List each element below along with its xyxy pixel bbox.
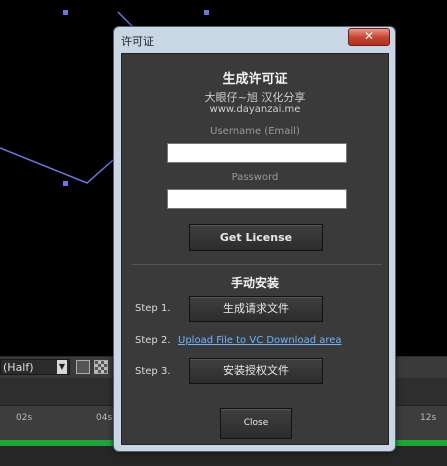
resolution-select-value: (Half) [3, 361, 34, 374]
mask-vertex [204, 10, 209, 15]
region-of-interest-icon[interactable] [76, 360, 90, 374]
license-heading: 生成许可证 [222, 72, 288, 87]
manual-install-heading: 手动安装 [230, 276, 279, 290]
license-dialog: 许可证 ✕ 生成许可证 大眼仔~旭 汉化分享 www.dayanzai.me U… [113, 26, 396, 452]
password-label: Password [231, 172, 279, 183]
dialog-title: 许可证 [121, 35, 154, 48]
username-field[interactable] [167, 143, 347, 163]
get-license-button[interactable]: Get License [189, 224, 323, 251]
close-button[interactable]: Close [220, 408, 292, 439]
mask-vertex [63, 10, 68, 15]
step-3-label: Step 3. [135, 366, 171, 377]
username-label: Username (Email) [210, 126, 300, 137]
step-1-label: Step 1. [135, 303, 171, 314]
section-divider [132, 264, 382, 265]
time-tick-label: 02s [16, 413, 33, 423]
time-tick-label: 12s [420, 413, 437, 423]
window-close-button[interactable]: ✕ [348, 28, 390, 46]
install-license-file-button[interactable]: 安装授权文件 [189, 358, 323, 384]
resolution-select[interactable]: (Half) ▼ [0, 359, 70, 375]
generate-request-file-button[interactable]: 生成请求文件 [189, 296, 323, 322]
time-tick-label: 04s [96, 413, 113, 423]
credit-text: 大眼仔~旭 汉化分享 [204, 91, 306, 104]
chevron-down-icon: ▼ [57, 360, 67, 374]
step-2-label: Step 2. [135, 335, 171, 346]
password-field[interactable] [167, 189, 347, 209]
dialog-content: 生成许可证 大眼仔~旭 汉化分享 www.dayanzai.me Usernam… [121, 53, 389, 445]
website-text: www.dayanzai.me [209, 104, 301, 115]
close-icon: ✕ [363, 29, 375, 43]
dialog-titlebar[interactable]: 许可证 ✕ [114, 27, 395, 51]
upload-file-link[interactable]: Upload File to VC Download area [178, 335, 342, 346]
mask-vertex [63, 181, 68, 186]
transparency-grid-icon[interactable] [94, 360, 108, 374]
